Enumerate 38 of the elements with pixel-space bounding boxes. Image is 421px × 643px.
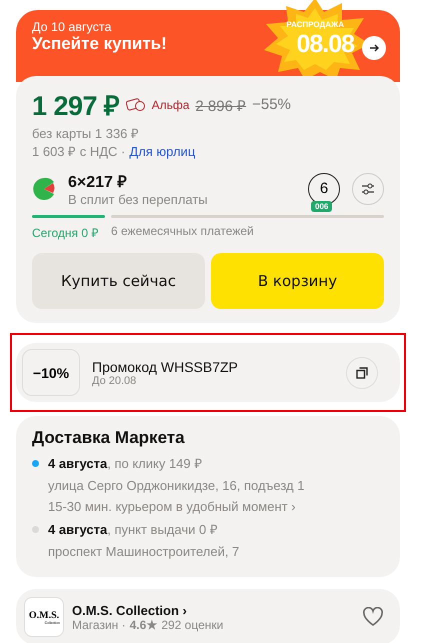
promo-expiry: До 20.08 bbox=[92, 374, 136, 386]
promo-discount: −10% bbox=[22, 349, 80, 396]
copy-button[interactable] bbox=[346, 356, 378, 388]
buy-now-button[interactable]: Купить сейчас bbox=[32, 253, 205, 309]
monthly-payments: 6 ежемесячных платежей bbox=[111, 224, 255, 240]
price-without-card-text: без карты 1 336 ₽ bbox=[32, 126, 140, 141]
current-price: 1 297 ₽ bbox=[32, 90, 120, 123]
shop-rating: 4.6★ bbox=[130, 618, 158, 632]
card-icon bbox=[126, 98, 146, 112]
old-price: 2 896 ₽ bbox=[195, 96, 246, 114]
sale-date: 08.08 bbox=[296, 30, 354, 59]
split-amount: 6×217 ₽ bbox=[68, 173, 128, 192]
bank-label: Альфа bbox=[152, 98, 190, 112]
add-to-cart-button[interactable]: В корзину bbox=[211, 253, 384, 309]
promo-code: Промокод WHSSB7ZP bbox=[92, 358, 239, 374]
watermelon-icon bbox=[32, 176, 56, 200]
discount-label: −55% bbox=[252, 96, 291, 113]
heart-icon[interactable] bbox=[362, 607, 384, 627]
delivery-detail: 15-30 мин. курьером в удобный момент › bbox=[48, 499, 297, 514]
copy-icon bbox=[356, 366, 368, 378]
sale-label: РАСПРОДАЖА bbox=[286, 20, 344, 29]
business-link[interactable]: Для юрлиц bbox=[129, 144, 196, 158]
delivery-detail: проспект Машиностроителей, 7 bbox=[48, 544, 240, 559]
delivery-title: Доставка Маркета bbox=[32, 428, 186, 448]
banner-title: Успейте купить! bbox=[32, 34, 167, 54]
months-tag: 006 bbox=[311, 200, 332, 212]
delivery-option[interactable]: 4 августа, по клику 149 ₽ bbox=[48, 454, 384, 472]
shop-name[interactable]: O.M.S. Collection › bbox=[72, 602, 354, 618]
sliders-icon bbox=[361, 182, 375, 194]
delivery-option[interactable]: 4 августа, пункт выдачи 0 ₽ bbox=[48, 520, 384, 538]
delivery-detail: улица Серго Орджоникидзе, 16, подъезд 1 bbox=[48, 478, 306, 493]
shop-type: Магазин · bbox=[72, 618, 126, 632]
banner-subtitle: До 10 августа bbox=[32, 20, 112, 34]
settings-button[interactable] bbox=[352, 172, 384, 204]
today-payment: Сегодня 0 ₽ bbox=[32, 225, 100, 241]
price-with-vat: 1 603 ₽ с НДС · bbox=[32, 143, 126, 160]
review-count: 292 оценки bbox=[161, 618, 224, 632]
split-caption: В сплит без переплаты bbox=[68, 192, 209, 207]
